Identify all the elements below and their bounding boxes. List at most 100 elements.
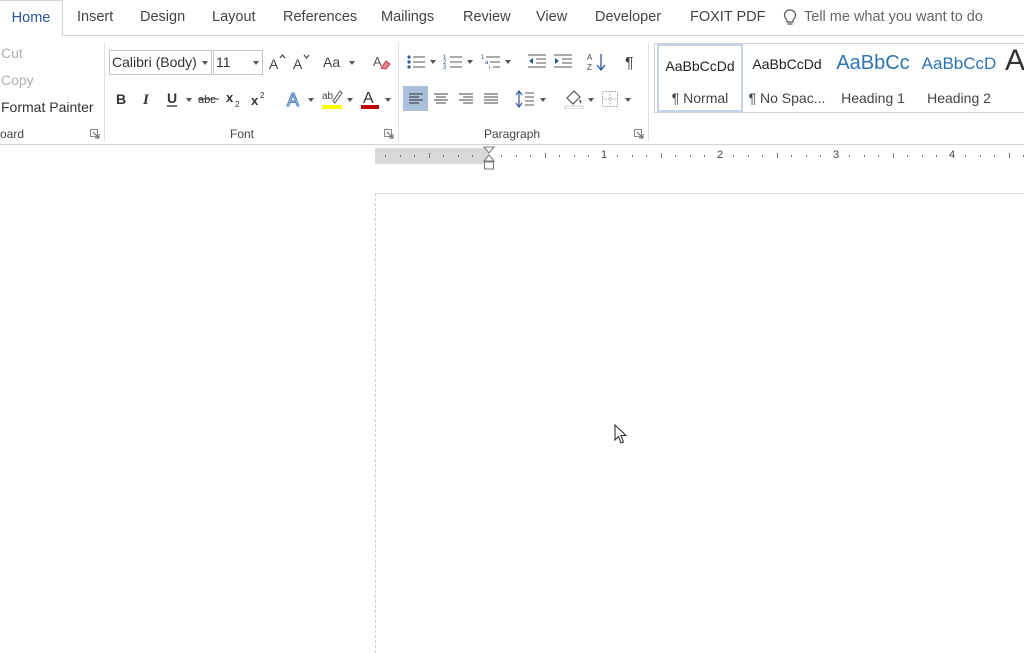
ruler-tick: [979, 155, 981, 157]
style-heading-1[interactable]: AaBbCc Heading 1: [831, 44, 915, 112]
text-effects-dropdown-icon[interactable]: [308, 98, 314, 102]
text-highlight-button[interactable]: ab: [320, 87, 344, 111]
justify-button[interactable]: [479, 86, 503, 111]
ruler-tick: [385, 155, 386, 157]
group-separator: [648, 42, 649, 142]
tab-mailings[interactable]: Mailings: [381, 0, 434, 35]
line-spacing-button[interactable]: [513, 86, 537, 111]
font-color-button[interactable]: A: [358, 87, 382, 111]
ruler-tick: [530, 155, 531, 157]
change-case-label: Aa: [323, 54, 341, 70]
style-normal[interactable]: AaBbCcDd ¶ Normal: [657, 44, 743, 112]
horizontal-ruler[interactable]: 1 2 3 4: [375, 146, 1024, 170]
clipboard-dialog-launcher-icon[interactable]: [90, 129, 100, 139]
style-title[interactable]: A: [1005, 44, 1024, 112]
ruler-tick: [965, 155, 966, 157]
font-family-combo[interactable]: Calibri (Body): [109, 50, 212, 75]
line-spacing-dropdown-icon[interactable]: [540, 98, 546, 102]
tab-insert[interactable]: Insert: [77, 0, 113, 35]
copy-button[interactable]: Copy: [1, 72, 34, 88]
group-separator: [104, 42, 105, 142]
sort-button[interactable]: AZ: [586, 50, 608, 74]
tab-references[interactable]: References: [283, 0, 357, 35]
ruler-tick: [747, 155, 749, 157]
mouse-pointer-icon: [614, 424, 628, 444]
ribbon-home: Cut Copy Format Painter oard Calibri (Bo…: [0, 35, 1024, 145]
italic-button[interactable]: I: [137, 88, 157, 110]
chevron-down-icon: [349, 61, 355, 65]
increase-indent-button[interactable]: [552, 50, 574, 74]
align-left-button[interactable]: [403, 86, 428, 111]
bullets-button[interactable]: [405, 50, 427, 74]
borders-dropdown-icon[interactable]: [625, 98, 631, 102]
grow-font-button[interactable]: A: [267, 51, 287, 73]
style-heading-2[interactable]: AaBbCcD Heading 2: [917, 44, 1001, 112]
font-dialog-launcher-icon[interactable]: [384, 129, 394, 139]
ruler-tick: [762, 155, 763, 157]
font-size-combo[interactable]: 11: [213, 50, 263, 75]
chevron-down-icon: [202, 61, 208, 65]
borders-button[interactable]: [598, 86, 622, 111]
style-no-spacing[interactable]: AaBbCcDd ¶ No Spac...: [745, 44, 829, 112]
clear-formatting-icon: A: [373, 54, 391, 70]
decrease-indent-button[interactable]: [526, 50, 548, 74]
underline-button[interactable]: U: [162, 88, 182, 110]
ruler-tick: [892, 153, 894, 158]
subscript-icon: x2: [226, 90, 240, 108]
clear-formatting-button[interactable]: A: [371, 50, 393, 74]
tell-me-placeholder: Tell me what you want to do: [804, 9, 983, 25]
indent-markers-icon[interactable]: [483, 146, 495, 172]
ruler-tick: [805, 155, 807, 157]
svg-text:B: B: [116, 91, 126, 107]
shrink-font-button[interactable]: A: [291, 51, 311, 73]
subscript-button[interactable]: x2: [225, 88, 245, 110]
ruler-tick: [660, 153, 662, 158]
lightbulb-icon: [783, 9, 797, 25]
bullets-icon: [407, 55, 425, 69]
document-page[interactable]: [375, 193, 1024, 653]
shading-button[interactable]: [562, 86, 586, 111]
tab-home[interactable]: Home: [0, 0, 63, 36]
change-case-button[interactable]: Aa: [323, 51, 357, 73]
ruler-tick: [776, 153, 778, 158]
align-center-button[interactable]: [429, 86, 453, 111]
strikethrough-button[interactable]: abc: [198, 88, 220, 110]
cut-button[interactable]: Cut: [1, 45, 23, 61]
numbering-dropdown-icon[interactable]: [467, 60, 473, 64]
text-effects-button[interactable]: A: [284, 87, 306, 111]
superscript-button[interactable]: x2: [250, 88, 270, 110]
shading-dropdown-icon[interactable]: [588, 98, 594, 102]
format-painter-button[interactable]: Format Painter: [1, 99, 94, 115]
highlight-dropdown-icon[interactable]: [347, 98, 353, 102]
show-formatting-marks-button[interactable]: ¶: [620, 50, 642, 74]
ruler-tick: [399, 155, 401, 157]
tab-view[interactable]: View: [536, 0, 567, 35]
svg-text:A: A: [293, 56, 303, 70]
ruler-tick: [733, 155, 734, 157]
tab-foxit-pdf[interactable]: FOXIT PDF: [690, 0, 765, 35]
ruler-tick: [631, 155, 633, 157]
superscript-icon: x2: [251, 91, 265, 108]
underline-icon: U: [167, 90, 177, 107]
bullets-dropdown-icon[interactable]: [430, 60, 436, 64]
numbering-button[interactable]: 123: [442, 50, 464, 74]
tab-design[interactable]: Design: [140, 0, 185, 35]
clipboard-group-label: oard: [0, 127, 25, 141]
svg-text:2: 2: [260, 91, 265, 100]
align-right-button[interactable]: [454, 86, 478, 111]
tab-layout[interactable]: Layout: [212, 0, 256, 35]
tell-me-box[interactable]: Tell me what you want to do: [783, 0, 983, 35]
svg-text:Z: Z: [587, 63, 592, 72]
font-color-icon: A: [361, 90, 379, 109]
underline-dropdown-icon[interactable]: [186, 98, 192, 102]
multilevel-list-button[interactable]: 1ai: [480, 50, 502, 74]
paragraph-dialog-launcher-icon[interactable]: [634, 129, 644, 139]
ruler-tick: [457, 155, 459, 157]
ruler-tick: [559, 155, 560, 157]
tab-review[interactable]: Review: [463, 0, 511, 35]
font-color-dropdown-icon[interactable]: [385, 98, 391, 102]
bold-button[interactable]: B: [111, 88, 131, 110]
multilevel-dropdown-icon[interactable]: [505, 60, 511, 64]
tab-developer[interactable]: Developer: [595, 0, 661, 35]
style-sample: AaBbCcDd: [665, 58, 735, 74]
